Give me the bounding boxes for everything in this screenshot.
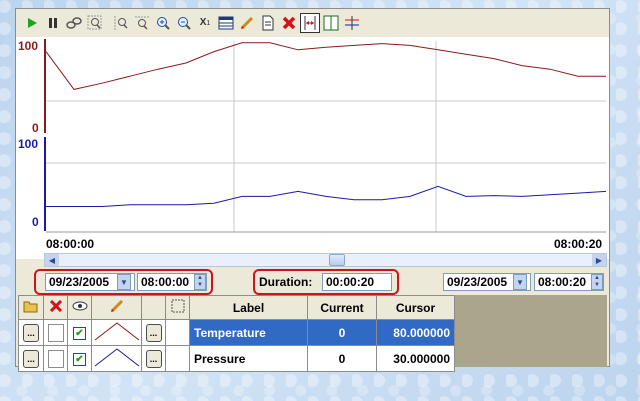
range-cursor-icon[interactable] xyxy=(300,13,320,33)
link-icon[interactable] xyxy=(64,13,84,33)
axis-scale-letter: X xyxy=(199,17,207,28)
pen-style-preview[interactable] xyxy=(91,319,142,346)
axis-scale-sub: 1 xyxy=(206,19,211,27)
pen-current-cell: 0 xyxy=(307,319,377,346)
pressure-axis-max: 100 xyxy=(18,137,39,151)
ellipsis-button[interactable]: ... xyxy=(23,323,39,342)
delete-icon[interactable] xyxy=(279,13,299,33)
temperature-style-icon xyxy=(94,322,139,341)
grid-options-icon[interactable] xyxy=(165,295,190,320)
zoom-region-icon[interactable] xyxy=(85,13,105,33)
pen-row-blank xyxy=(165,319,190,346)
pen-row-pressure[interactable]: ... ✔ ... Pressure 0 30.000000 xyxy=(18,345,455,372)
ellipsis-button[interactable]: ... xyxy=(145,323,162,342)
pen-row-select[interactable]: ... xyxy=(18,345,44,372)
temperature-axis-min: 0 xyxy=(32,121,39,135)
x-axis-end-label: 08:00:20 xyxy=(554,237,603,251)
cursor-column-header[interactable]: Cursor xyxy=(376,295,455,320)
scroll-left-icon[interactable]: ◀ xyxy=(45,254,59,266)
scroll-right-icon[interactable]: ▶ xyxy=(592,254,606,266)
cursor-icon[interactable] xyxy=(321,13,341,33)
table-icon[interactable] xyxy=(216,13,236,33)
trend-plot-area[interactable]: 100 0 100 0 08:00:00 08:00:20 xyxy=(16,37,609,259)
ellipsis-button[interactable]: ... xyxy=(145,349,162,368)
zoom-in-icon[interactable] xyxy=(153,13,173,33)
pressure-axis-min: 0 xyxy=(32,215,39,229)
pen-row-visible[interactable]: ✔ xyxy=(67,319,92,346)
temperature-axis-max: 100 xyxy=(18,39,39,53)
pen-row-blank xyxy=(165,345,190,372)
pressure-series-line xyxy=(46,185,607,207)
end-time-spinner-icon[interactable]: ▲ ▼ xyxy=(591,274,603,290)
start-range-highlight xyxy=(34,269,213,295)
pressure-style-icon xyxy=(94,348,139,367)
pen-row-select[interactable]: ... xyxy=(18,319,44,346)
visible-checkbox-icon[interactable]: ✔ xyxy=(73,353,86,366)
time-scrollbar[interactable]: ◀ ▶ xyxy=(44,253,607,267)
scroll-thumb[interactable] xyxy=(329,254,345,266)
pause-icon[interactable] xyxy=(43,13,63,33)
stack-icon[interactable] xyxy=(342,13,362,33)
visible-checkbox-icon[interactable]: ✔ xyxy=(73,327,86,340)
pen-row-options[interactable]: ... xyxy=(141,345,166,372)
toolbar-separator xyxy=(106,13,110,33)
pen-table: Label Current Cursor ... ✔ ... Temperatu… xyxy=(18,295,607,372)
pen-row-temperature[interactable]: ... ✔ ... Temperature 0 80.000000 xyxy=(18,319,455,346)
remove-pen-icon[interactable] xyxy=(43,295,68,320)
x-axis-start-label: 08:00:00 xyxy=(46,237,95,251)
empty-box xyxy=(47,349,64,368)
zoom-out-icon[interactable] xyxy=(174,13,194,33)
empty-box xyxy=(47,323,64,342)
play-icon[interactable] xyxy=(22,13,42,33)
trend-panel: X1 100 0 100 0 08:00:00 08:00:20 ◀ ▶ 09/… xyxy=(15,8,610,372)
trend-chart xyxy=(44,39,607,233)
pen-icon[interactable] xyxy=(237,13,257,33)
pen-row-options[interactable]: ... xyxy=(141,319,166,346)
visibility-icon[interactable] xyxy=(67,295,92,320)
end-date-dropdown-icon[interactable]: ▼ xyxy=(513,274,527,290)
pen-style-icon[interactable] xyxy=(91,295,142,320)
duration-highlight xyxy=(253,269,399,295)
current-column-header[interactable]: Current xyxy=(307,295,377,320)
pen-row-visible[interactable]: ✔ xyxy=(67,345,92,372)
temperature-series-line xyxy=(45,42,606,90)
pen-row-flag[interactable] xyxy=(43,319,68,346)
empty-header xyxy=(141,295,166,320)
pen-table-header: Label Current Cursor xyxy=(18,295,455,320)
open-folder-icon[interactable] xyxy=(18,295,44,320)
pen-style-preview[interactable] xyxy=(91,345,142,372)
document-icon[interactable] xyxy=(258,13,278,33)
toolbar: X1 xyxy=(22,12,362,34)
pen-label-cell[interactable]: Pressure xyxy=(189,345,308,372)
zoom-y-icon[interactable] xyxy=(132,13,152,33)
ellipsis-button[interactable]: ... xyxy=(23,349,39,368)
axis-scale-icon[interactable]: X1 xyxy=(195,13,215,33)
pen-row-flag[interactable] xyxy=(43,345,68,372)
label-column-header[interactable]: Label xyxy=(189,295,308,320)
pen-cursor-cell: 80.000000 xyxy=(376,319,455,346)
zoom-x-icon[interactable] xyxy=(111,13,131,33)
pen-label-cell[interactable]: Temperature xyxy=(189,319,308,346)
pen-current-cell: 0 xyxy=(307,345,377,372)
pen-cursor-cell: 30.000000 xyxy=(376,345,455,372)
